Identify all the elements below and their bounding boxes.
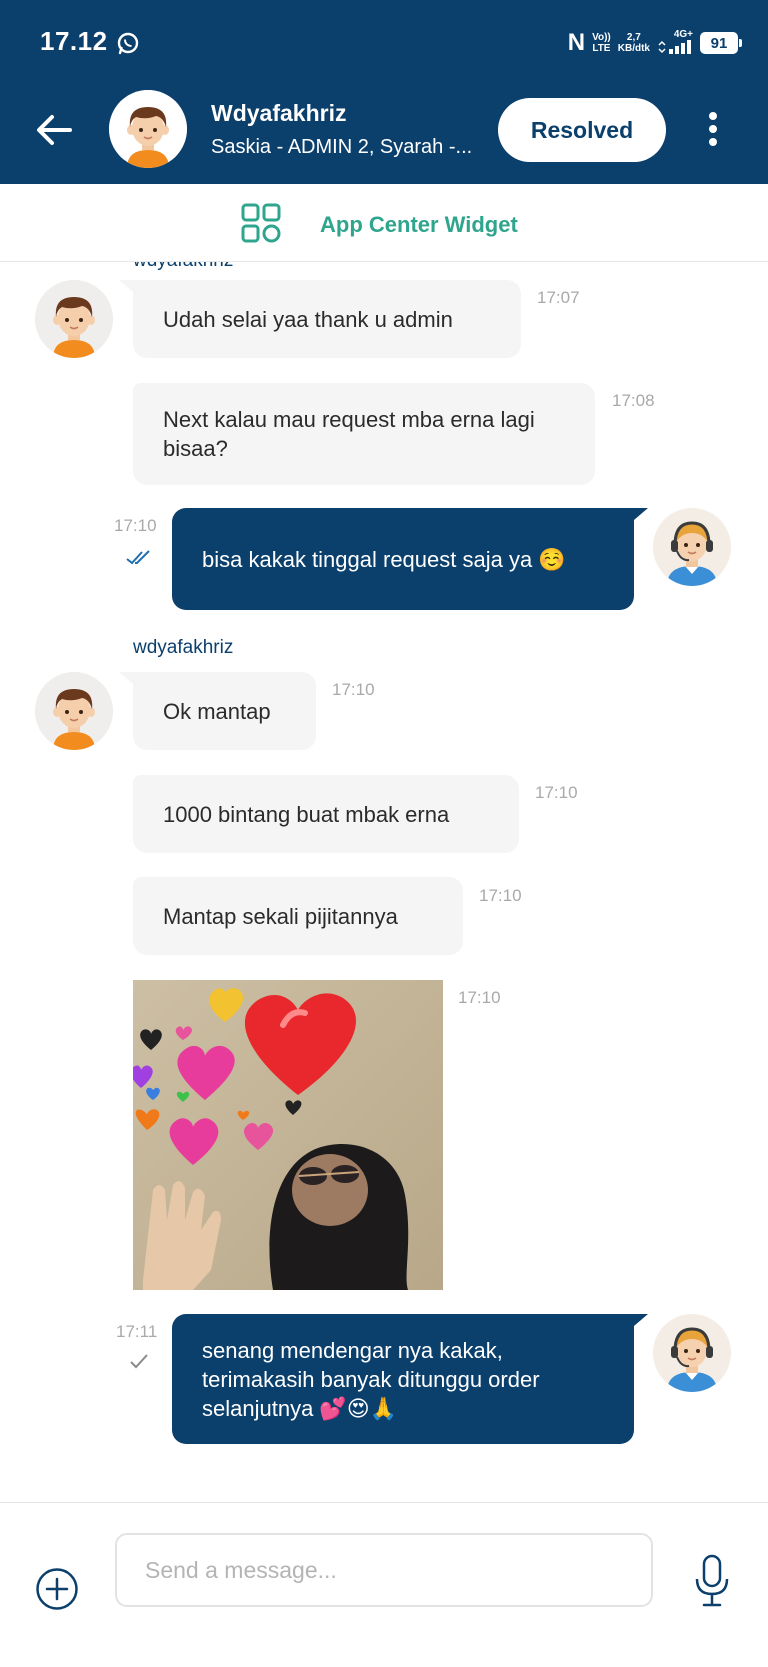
microphone-button[interactable] [692,1553,732,1609]
outgoing-message[interactable]: bisa kakak tinggal request saja ya ☺️ [172,508,648,610]
network-type: 4G+ [657,29,693,57]
network-speed: 2,7 KB/dtk [617,32,650,54]
back-button[interactable] [32,108,76,152]
incoming-message[interactable]: Udah selai yaa thank u admin [119,280,521,358]
add-attachment-button[interactable] [35,1567,79,1611]
widget-label: App Center Widget [320,212,518,237]
sender-name: wdyafakhriz [133,637,234,658]
agent-avatar [653,1314,731,1392]
message-time: 17:10 [479,886,522,905]
status-time: 17.12 [40,26,108,56]
resolved-button[interactable]: Resolved [498,98,666,162]
nfc-icon: N [567,29,586,56]
room-participants: Saskia - ADMIN 2, Syarah -... [211,136,473,158]
signal-icon [658,40,691,54]
message-time: 17:11 [116,1322,158,1341]
boy-avatar-icon [109,90,187,168]
message-time: 17:10 [458,988,501,1007]
message-list[interactable]: wdyafakhriz Udah selai yaa thank u admin… [0,262,768,1502]
widget-grid-icon [241,203,281,243]
message-time: 17:07 [537,288,580,307]
app-center-widget-bar[interactable]: App Center Widget [0,184,768,262]
contact-avatar[interactable] [109,90,187,168]
status-icons: N Vo)) LTE 2,7 KB/dtk 4G+ 91 [567,28,742,58]
message-time: 17:08 [612,391,655,410]
hearts-meme-image[interactable] [133,980,443,1290]
sender-name: wdyafakhriz [133,262,233,272]
whatsapp-icon [117,32,139,55]
boy-avatar-icon [35,672,113,750]
read-ticks-icon [126,550,150,565]
sender-avatar [35,280,113,358]
incoming-message[interactable]: Ok mantap [119,672,316,750]
incoming-message[interactable]: Next kalau mau request mba erna lagi bis… [133,383,595,485]
meme-image-icon [133,980,443,1290]
incoming-message[interactable]: Mantap sekali pijitannya [133,877,463,955]
message-composer [0,1502,768,1667]
app-header: 17.12 N Vo)) LTE 2,7 KB/dtk 4G+ 91 Wdyaf… [0,0,768,184]
volte-indicator: Vo)) LTE [592,32,611,54]
outgoing-message[interactable]: senang mendengar nya kakak, terimakasih … [172,1314,648,1444]
boy-avatar-icon [35,280,113,358]
sent-tick-icon [130,1354,148,1369]
incoming-message[interactable]: 1000 bintang buat mbak erna [133,775,519,853]
more-options-icon[interactable] [700,108,726,152]
support-agent-avatar-icon [653,508,731,586]
chat-screen: 17.12 N Vo)) LTE 2,7 KB/dtk 4G+ 91 Wdyaf… [0,0,768,1667]
message-time: 17:10 [332,680,375,699]
room-title: Wdyafakhriz [211,100,347,126]
support-agent-avatar-icon [653,1314,731,1392]
message-input[interactable] [115,1533,653,1607]
message-time: 17:10 [535,783,578,802]
sender-avatar [35,672,113,750]
battery-indicator: 91 [700,32,742,54]
message-time: 17:10 [114,516,157,535]
agent-avatar [653,508,731,586]
